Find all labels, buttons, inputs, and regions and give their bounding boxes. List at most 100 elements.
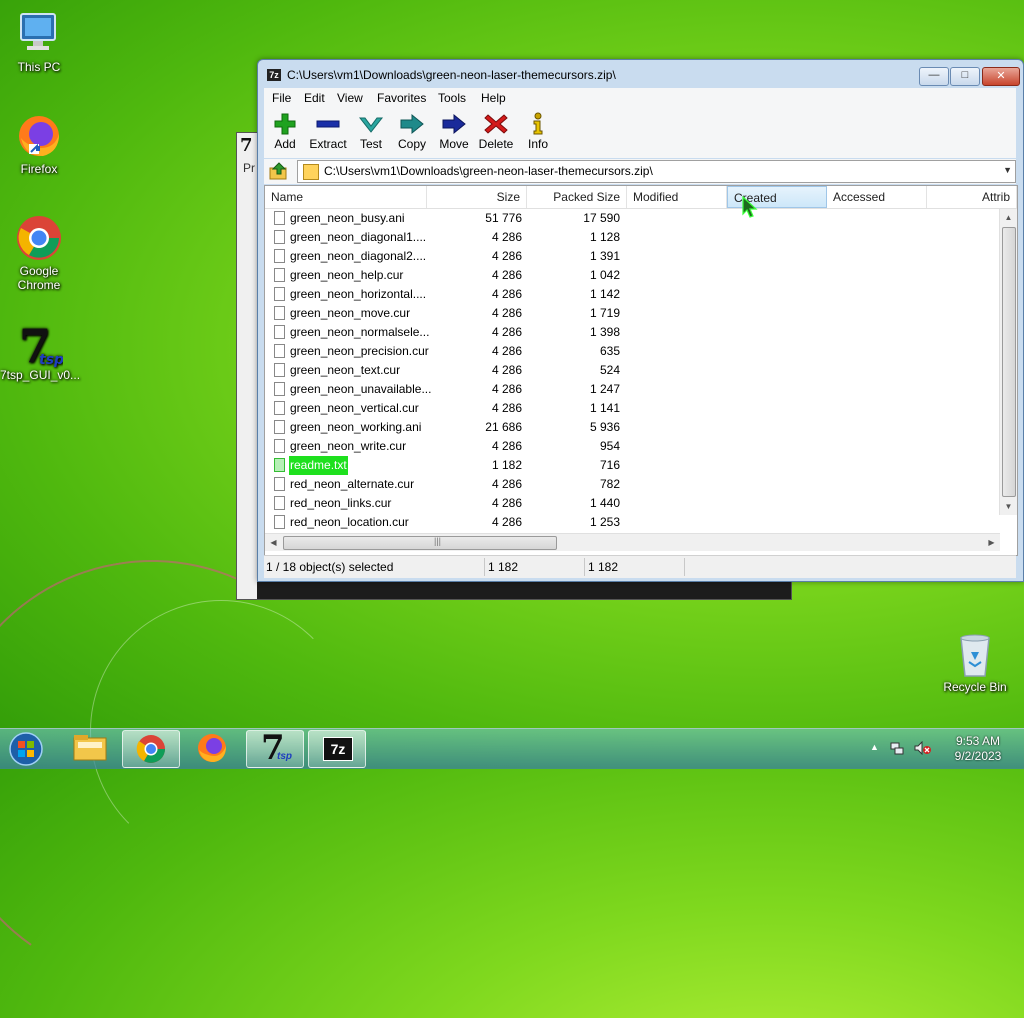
extract-button[interactable]: Extract (308, 112, 348, 151)
file-name: readme.txt (289, 456, 348, 475)
horizontal-scroll-thumb[interactable]: ||| (283, 536, 557, 550)
file-packed-size: 1 719 (589, 306, 620, 320)
file-packed-size: 1 142 (589, 287, 620, 301)
up-folder-button[interactable] (267, 161, 291, 181)
taskbar-7zip[interactable]: 7z (308, 730, 366, 768)
menu-help[interactable]: Help (481, 91, 506, 105)
taskbar: 7 tsp 7z ▲ 9:53 AM 9/2/2023 (0, 728, 1024, 769)
column-header-accessed[interactable]: Accessed (827, 186, 927, 208)
file-packed-size: 17 590 (583, 211, 620, 225)
column-header-name[interactable]: Name (265, 186, 427, 208)
desktop-icon-firefox[interactable]: Firefox (0, 112, 78, 176)
file-row[interactable]: green_neon_horizontal.... 4 286 1 142 (265, 285, 1000, 304)
title-bar[interactable]: 7z C:\Users\vm1\Downloads\green-neon-las… (258, 60, 1023, 90)
status-divider (484, 558, 485, 576)
file-row[interactable]: green_neon_help.cur 4 286 1 042 (265, 266, 1000, 285)
file-icon (274, 325, 285, 339)
file-row[interactable]: green_neon_diagonal1.... 4 286 1 128 (265, 228, 1000, 247)
chevron-down-icon[interactable]: ▼ (1003, 165, 1012, 175)
file-packed-size: 5 936 (589, 420, 620, 434)
column-header-attrib[interactable]: Attrib (927, 186, 1017, 208)
info-button[interactable]: Info (523, 112, 553, 151)
background-window-frame (237, 133, 257, 599)
file-row[interactable]: red_neon_location.cur 4 286 1 253 (265, 513, 1000, 532)
file-row[interactable]: green_neon_text.cur 4 286 524 (265, 361, 1000, 380)
file-row[interactable]: green_neon_move.cur 4 286 1 719 (265, 304, 1000, 323)
file-row[interactable]: green_neon_unavailable... 4 286 1 247 (265, 380, 1000, 399)
file-icon (274, 230, 285, 244)
file-name: green_neon_text.cur (290, 363, 401, 377)
file-row[interactable]: green_neon_diagonal2.... 4 286 1 391 (265, 247, 1000, 266)
menu-file[interactable]: File (272, 91, 291, 105)
menu-view[interactable]: View (337, 91, 363, 105)
file-row[interactable]: readme.txt 1 182 716 (265, 456, 1000, 475)
file-name: green_neon_horizontal.... (290, 287, 427, 301)
file-name: red_neon_location.cur (290, 515, 409, 529)
file-size: 4 286 (491, 401, 522, 415)
taskbar-7tsp[interactable]: 7 tsp (246, 728, 304, 768)
add-button[interactable]: Add (270, 112, 300, 151)
menu-favorites[interactable]: Favorites (377, 91, 426, 105)
show-hidden-icons-icon[interactable]: ▲ (870, 742, 879, 752)
file-size: 51 776 (485, 211, 522, 225)
minimize-button[interactable]: — (919, 67, 949, 86)
up-folder-icon (269, 162, 287, 180)
vertical-scrollbar[interactable]: ▲ ▼ (999, 209, 1017, 515)
column-header-size[interactable]: Size (427, 186, 527, 208)
status-divider (684, 558, 685, 576)
file-row[interactable]: green_neon_busy.ani 51 776 17 590 (265, 209, 1000, 228)
recycle-bin-icon (951, 630, 999, 678)
scroll-up-icon[interactable]: ▲ (1000, 209, 1017, 226)
copy-button[interactable]: Copy (396, 112, 428, 151)
horizontal-scrollbar[interactable]: ◀ ||| ▶ (265, 533, 1000, 551)
file-row[interactable]: red_neon_links.cur 4 286 1 440 (265, 494, 1000, 513)
volume-muted-icon[interactable] (914, 740, 932, 756)
file-row[interactable]: green_neon_vertical.cur 4 286 1 141 (265, 399, 1000, 418)
file-icon (274, 249, 285, 263)
vertical-scroll-thumb[interactable] (1002, 227, 1016, 497)
status-divider (584, 558, 585, 576)
menu-tools[interactable]: Tools (438, 91, 466, 105)
clock[interactable]: 9:53 AM 9/2/2023 (950, 734, 1006, 764)
move-button[interactable]: Move (437, 112, 471, 151)
close-icon: ✕ (996, 70, 1006, 82)
file-row[interactable]: green_neon_precision.cur 4 286 635 (265, 342, 1000, 361)
desktop-icon-7tsp[interactable]: 7 tsp 7tsp_GUI_v0... (0, 318, 80, 382)
desktop-icon-google-chrome[interactable]: Google Chrome (0, 214, 78, 292)
desktop-icon-recycle-bin[interactable]: Recycle Bin (936, 630, 1014, 694)
close-button[interactable]: ✕ (982, 67, 1020, 86)
file-packed-size: 716 (599, 458, 620, 472)
network-icon[interactable] (890, 741, 904, 755)
scroll-left-icon[interactable]: ◀ (265, 534, 282, 551)
desktop-icon-this-pc[interactable]: This PC (0, 10, 78, 74)
start-button[interactable] (4, 731, 48, 767)
file-size: 4 286 (491, 268, 522, 282)
file-row[interactable]: green_neon_normalsele... 4 286 1 398 (265, 323, 1000, 342)
status-packed-size: 1 182 (588, 560, 619, 574)
menu-edit[interactable]: Edit (304, 91, 325, 105)
taskbar-explorer[interactable] (62, 730, 118, 766)
desktop-icon-label: Recycle Bin (943, 680, 1007, 694)
scroll-down-icon[interactable]: ▼ (1000, 498, 1017, 515)
maximize-button[interactable]: □ (950, 67, 980, 86)
desktop-icon-label: Firefox (20, 162, 58, 176)
delete-button[interactable]: Delete (478, 112, 514, 151)
7tsp-icon: 7 tsp (15, 318, 64, 373)
minus-icon (314, 112, 342, 136)
extract-label: Extract (309, 137, 347, 151)
folder-icon (73, 735, 107, 761)
file-icon (274, 458, 285, 472)
file-row[interactable]: green_neon_working.ani 21 686 5 936 (265, 418, 1000, 437)
column-header-packed-size[interactable]: Packed Size (527, 186, 627, 208)
scroll-right-icon[interactable]: ▶ (983, 534, 1000, 551)
file-row[interactable]: red_neon_alternate.cur 4 286 782 (265, 475, 1000, 494)
path-input[interactable]: C:\Users\vm1\Downloads\green-neon-laser-… (297, 160, 1016, 183)
test-button[interactable]: Test (356, 112, 386, 151)
7zip-file-manager-window[interactable]: 7z C:\Users\vm1\Downloads\green-neon-las… (257, 59, 1024, 582)
taskbar-chrome[interactable] (122, 730, 180, 768)
taskbar-firefox[interactable] (184, 730, 240, 766)
file-packed-size: 1 398 (589, 325, 620, 339)
file-row[interactable]: green_neon_write.cur 4 286 954 (265, 437, 1000, 456)
file-list[interactable]: Name Size Packed Size Modified Created A… (264, 185, 1018, 556)
column-header-modified[interactable]: Modified (627, 186, 727, 208)
